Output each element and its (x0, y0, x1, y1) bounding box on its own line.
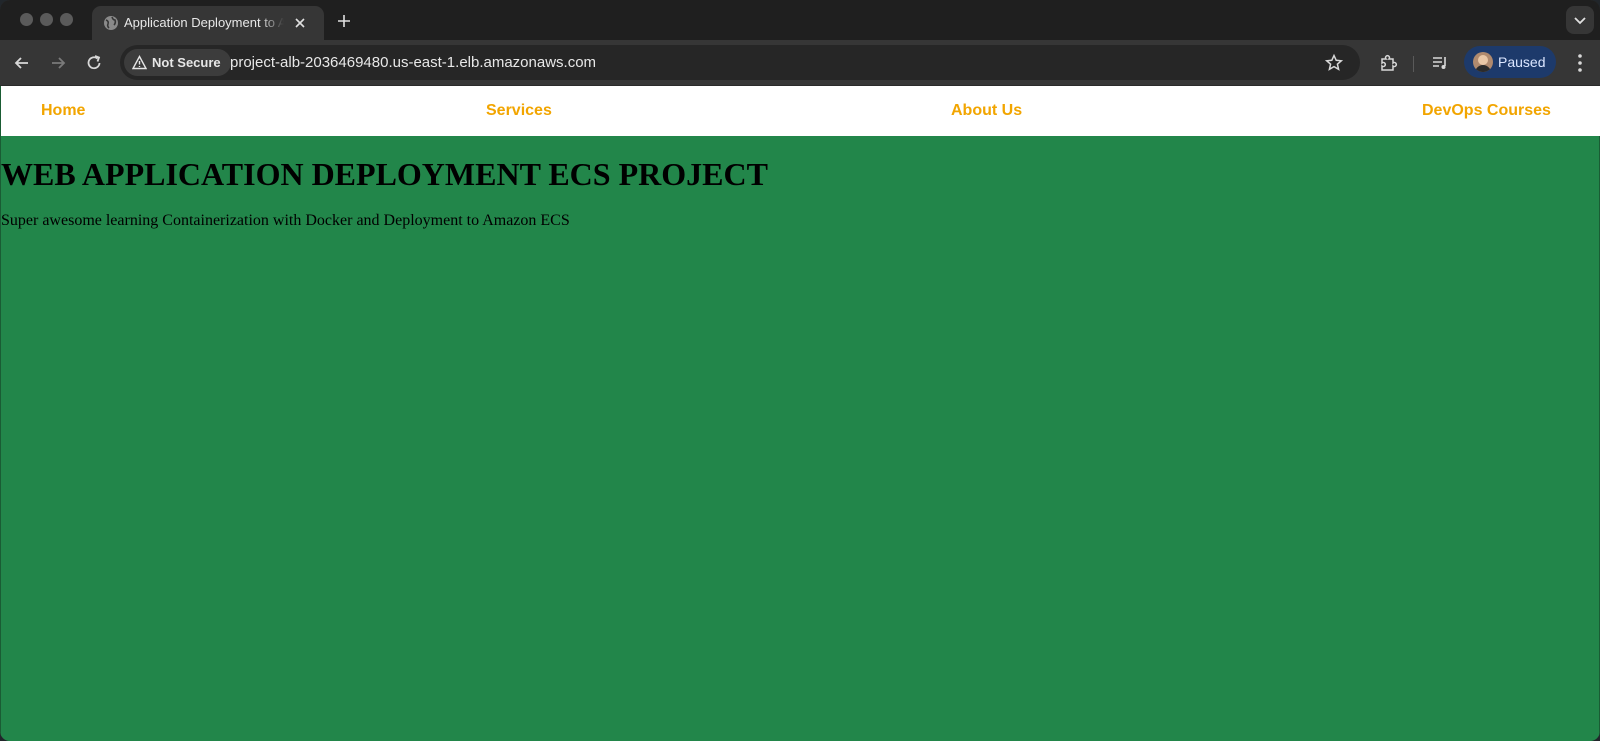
page-heading: WEB APPLICATION DEPLOYMENT ECS PROJECT (1, 156, 768, 192)
globe-icon (104, 16, 118, 30)
page-viewport: Home Services About Us DevOps Courses WE… (0, 86, 1600, 741)
kebab-menu-icon[interactable] (1570, 52, 1590, 74)
browser-tab-active[interactable]: Application Deployment to Amazon ECS (92, 6, 324, 40)
url-text[interactable]: project-alb-2036469480.us-east-1.elb.ama… (230, 45, 596, 80)
nav-link-about-us[interactable]: About Us (951, 86, 1022, 136)
window-close-button[interactable] (20, 13, 33, 26)
tab-strip: Application Deployment to Amazon ECS (0, 0, 1600, 40)
chevron-down-icon (1574, 17, 1586, 25)
nav-link-home[interactable]: Home (41, 86, 85, 136)
star-icon[interactable] (1324, 53, 1344, 73)
back-arrow-icon[interactable] (12, 53, 32, 73)
browser-window: Application Deployment to Amazon ECS (0, 0, 1600, 741)
site-navigation: Home Services About Us DevOps Courses (1, 86, 1600, 136)
page-tagline: Super awesome learning Containerization … (1, 212, 570, 229)
avatar (1473, 52, 1493, 72)
close-tab-icon[interactable] (292, 15, 308, 31)
security-chip[interactable]: Not Secure (124, 49, 231, 76)
reload-icon[interactable] (84, 53, 104, 73)
window-zoom-button[interactable] (60, 13, 73, 26)
tab-search-button[interactable] (1566, 6, 1594, 34)
security-label: Not Secure (152, 55, 221, 70)
nav-link-services[interactable]: Services (486, 86, 552, 136)
toolbar-divider (1413, 56, 1414, 72)
puzzle-icon[interactable] (1378, 53, 1398, 73)
warning-icon (132, 55, 147, 70)
window-minimize-button[interactable] (40, 13, 53, 26)
nav-link-devops-courses[interactable]: DevOps Courses (1422, 86, 1551, 136)
tab-title: Application Deployment to Amazon ECS (124, 15, 284, 30)
new-tab-button[interactable] (334, 11, 354, 31)
media-controls-icon[interactable] (1430, 53, 1450, 73)
address-bar[interactable]: Not Secure project-alb-2036469480.us-eas… (120, 45, 1360, 80)
profile-label: Paused (1498, 54, 1546, 70)
profile-button[interactable]: Paused (1464, 46, 1556, 78)
forward-arrow-icon[interactable] (48, 53, 68, 73)
browser-toolbar: Not Secure project-alb-2036469480.us-eas… (0, 40, 1600, 86)
